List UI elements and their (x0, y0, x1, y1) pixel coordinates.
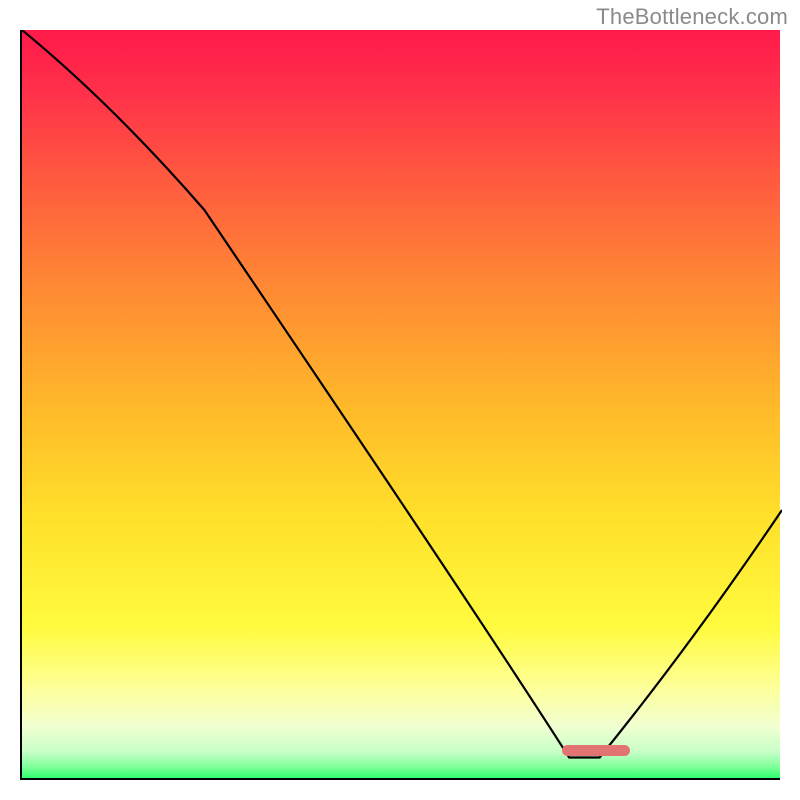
chart-curve (22, 30, 782, 780)
watermark-label: TheBottleneck.com (596, 4, 788, 30)
optimal-marker (562, 745, 630, 756)
chart-plot-area (20, 30, 780, 780)
chart-curve-path (22, 30, 782, 758)
